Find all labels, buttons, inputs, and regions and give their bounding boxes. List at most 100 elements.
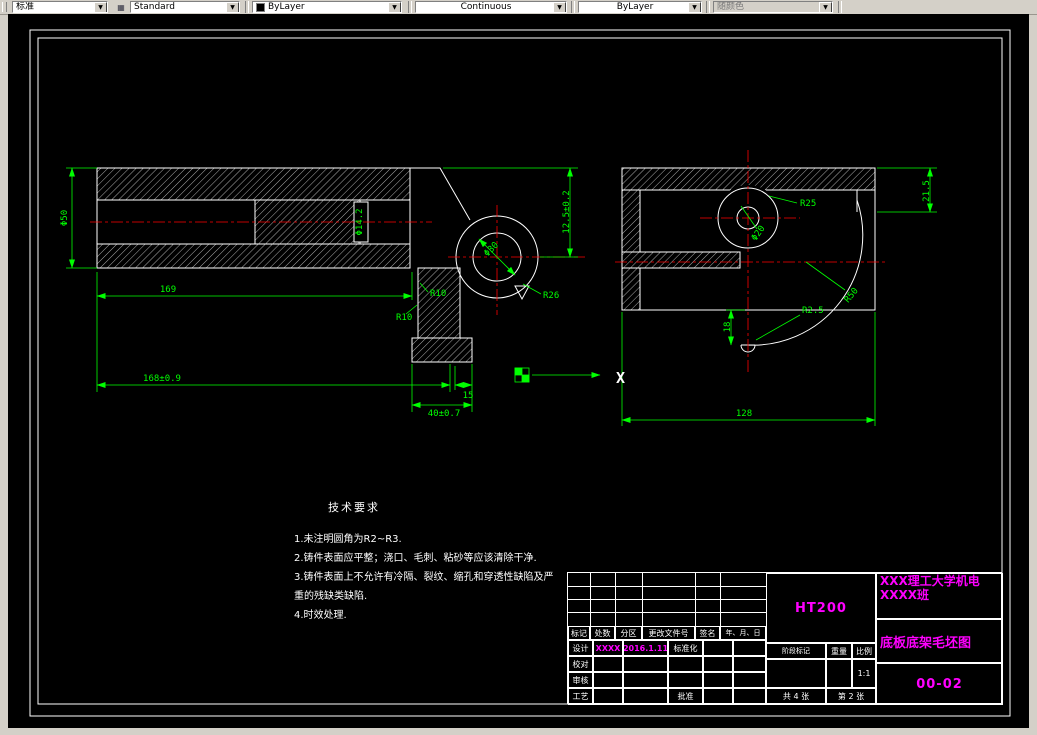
org-line2: XXXX班 — [880, 588, 930, 602]
dim-r10a-label: R10 — [430, 289, 446, 299]
empty-cell — [668, 672, 703, 688]
tech-item: 2.铸件表面应平整；浇口、毛刺、粘砂等应该清除干净. — [294, 553, 537, 564]
text-style-icon[interactable]: ▦ — [113, 1, 129, 15]
cell-audit: 审核 — [568, 672, 593, 688]
text-style-value: Standard — [134, 2, 175, 12]
empty-cell — [766, 659, 826, 688]
cell-check: 校对 — [568, 656, 593, 672]
empty-cell — [703, 640, 733, 656]
empty-cell — [668, 656, 703, 672]
cell-scale-value: 1:1 — [852, 659, 876, 688]
left-view — [96, 167, 539, 363]
dim-r25-label: R25 — [800, 199, 816, 209]
dim-r26-label: R26 — [543, 291, 559, 301]
drawing-canvas[interactable]: Φ50 Φ14.2 169 168±0.9 40±0.7 15 12.5±0.2… — [8, 14, 1029, 728]
chevron-down-icon[interactable]: ▼ — [388, 2, 401, 12]
color-value: ByLayer — [268, 2, 305, 12]
dim-15-label: 15 — [463, 391, 474, 401]
dim-phi30-label: Φ30 — [482, 240, 501, 259]
cell-design-name: XXXX — [593, 640, 623, 656]
tech-item: 1.未注明圆角为R2~R3. — [294, 534, 402, 545]
cell-organization: XXX理工大学机电 XXXX班 — [876, 573, 1003, 619]
cell-doc-no: 更改文件号 — [642, 626, 695, 640]
app-window: { "toolbar": { "dim_style": "标准", "text_… — [0, 0, 1037, 735]
right-view — [621, 167, 876, 353]
dim-phi14-label: Φ14.2 — [355, 208, 365, 235]
arm-section — [417, 267, 461, 339]
cell-design-date: 2016.1.11 — [623, 640, 668, 656]
cell-zone: 分区 — [615, 626, 642, 640]
dim-r25s-label: R2.5 — [802, 306, 824, 316]
chevron-down-icon[interactable]: ▼ — [94, 2, 107, 12]
linetype-combo[interactable]: Continuous ▼ — [415, 1, 567, 13]
empty-cell — [703, 656, 733, 672]
cell-standardize: 标准化 — [668, 640, 703, 656]
tech-item: 3.铸件表面上不允许有冷隔、裂纹、缩孔和穿透性缺陷及严重的残缺类缺陷. — [294, 572, 554, 602]
dim-r50-label: R50 — [843, 286, 861, 305]
lineweight-combo[interactable]: ByLayer ▼ — [578, 1, 702, 13]
dim-40-label: 40±0.7 — [428, 409, 461, 419]
toolbar-grip[interactable] — [2, 2, 7, 12]
empty-cell — [733, 640, 766, 656]
empty-cell — [733, 688, 766, 705]
tech-requirements-title: 技术要求 — [328, 501, 380, 514]
dim-215-label: 21.5 — [922, 180, 932, 202]
dim-r10b-label: R10 — [396, 313, 412, 323]
cell-drawing-title: 底板底架毛坯图 — [876, 619, 1003, 663]
empty-cell — [623, 672, 668, 688]
lineweight-value: ByLayer — [616, 2, 654, 12]
technical-requirements: 技术要求 1.未注明圆角为R2~R3. 2.铸件表面应平整；浇口、毛刺、粘砂等应… — [294, 498, 562, 625]
plot-style-value: 随颜色 — [717, 2, 745, 12]
dim-168-label: 168±0.9 — [143, 374, 181, 384]
dim-style-combo[interactable]: 标准 ▼ — [12, 1, 108, 13]
dim-style-value: 标准 — [16, 2, 35, 12]
toolbar-separator — [571, 1, 575, 13]
empty-cell — [733, 656, 766, 672]
dim-phi50-label: Φ50 — [60, 210, 70, 226]
properties-toolbar: 标准 ▼ ▦ Standard ▼ ByLayer ▼ Continuous ▼… — [0, 0, 1037, 15]
cell-material: HT200 — [766, 573, 876, 643]
chevron-down-icon[interactable]: ▼ — [226, 2, 239, 12]
empty-cell — [593, 688, 623, 705]
empty-cell — [703, 672, 733, 688]
empty-cell — [593, 656, 623, 672]
color-swatch-icon — [256, 2, 265, 12]
empty-cell — [623, 656, 668, 672]
grid-line — [568, 599, 766, 600]
cell-weight: 重量 — [826, 643, 852, 659]
cell-approve: 批准 — [668, 688, 703, 705]
cell-signature: 签名 — [695, 626, 720, 640]
title-block: 标记 处数 分区 更改文件号 签名 年、月、日 设计 XXXX 2016.1.1… — [567, 572, 1003, 705]
dim-128-label: 128 — [736, 409, 752, 419]
empty-cell — [703, 688, 733, 705]
toolbar-separator — [706, 1, 710, 13]
grid-line — [568, 586, 766, 587]
tech-item: 4.时效处理. — [294, 610, 347, 621]
empty-cell — [593, 672, 623, 688]
empty-cell — [733, 672, 766, 688]
color-combo[interactable]: ByLayer ▼ — [252, 1, 402, 13]
empty-cell — [826, 659, 852, 688]
toolbar-separator — [838, 1, 842, 13]
cell-date: 年、月、日 — [720, 626, 766, 640]
chevron-down-icon[interactable]: ▼ — [553, 2, 566, 12]
plot-style-combo[interactable]: 随颜色 ▼ — [713, 1, 833, 13]
linetype-value: Continuous — [460, 2, 512, 12]
cell-sheets: 共 4 张 — [766, 688, 826, 705]
cell-drawing-number: 00-02 — [876, 663, 1003, 705]
chevron-down-icon[interactable]: ▼ — [688, 2, 701, 12]
cell-mark: 标记 — [568, 626, 590, 640]
foot-flange-section — [411, 337, 473, 363]
dim-125-label: 12.5±0.2 — [562, 190, 572, 233]
chevron-down-icon[interactable]: ▼ — [819, 2, 832, 12]
text-style-combo[interactable]: Standard ▼ — [130, 1, 240, 13]
dim-18-label: 18 — [723, 322, 733, 333]
cell-craft: 工艺 — [568, 688, 593, 705]
cell-scale: 比例 — [852, 643, 876, 659]
org-line1: XXX理工大学机电 — [880, 574, 980, 588]
cell-sheet-no: 第 2 张 — [826, 688, 876, 705]
cell-stage: 阶段标记 — [766, 643, 826, 659]
dim-169-label: 169 — [160, 285, 176, 295]
cell-design: 设计 — [568, 640, 593, 656]
grid-line — [568, 612, 766, 613]
